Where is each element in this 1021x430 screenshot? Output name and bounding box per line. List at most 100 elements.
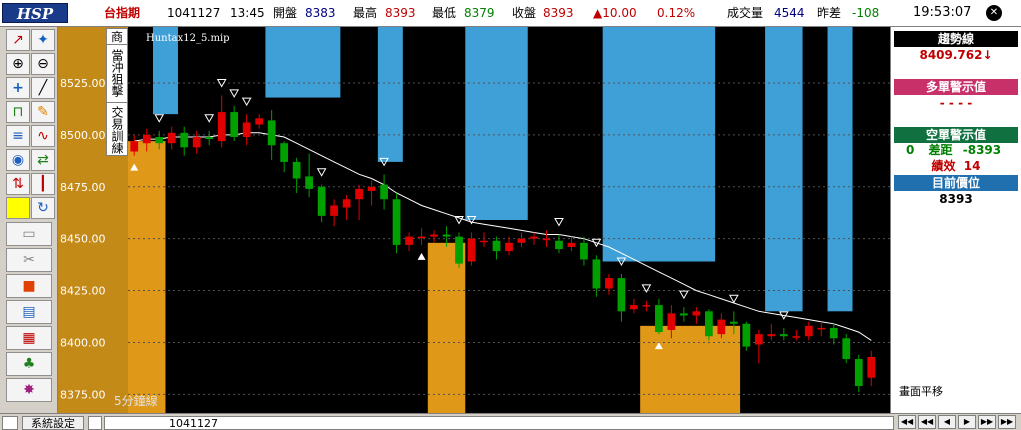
crosshair-icon[interactable]: + <box>6 77 30 99</box>
stop-square-icon[interactable]: ■ <box>6 274 52 298</box>
blue-zone <box>465 27 528 220</box>
first-page-icon[interactable]: ◀◀ <box>898 415 916 429</box>
trend-line-header: 趨勢線 <box>894 31 1018 47</box>
shake-hands-icon[interactable]: ♣ <box>6 352 52 376</box>
prev-page-icon[interactable]: ◀◀ <box>918 415 936 429</box>
candle-body <box>430 234 438 237</box>
close-button[interactable]: ✕ <box>986 5 1002 21</box>
symbol-name: 台指期 <box>104 6 141 20</box>
y-tick-label: 8400.00 <box>60 336 106 349</box>
candle-body <box>355 188 363 200</box>
candles-icon[interactable]: ┃ <box>31 173 55 195</box>
candle-body <box>592 259 601 289</box>
yellow-block-icon[interactable] <box>6 197 30 219</box>
close-value: 8393 <box>543 6 574 20</box>
candle-body <box>542 238 551 241</box>
status-box <box>88 416 102 430</box>
blue-zone <box>377 27 403 162</box>
low-label: 最低 <box>432 6 457 20</box>
candle-body <box>205 136 214 140</box>
orange-zone <box>128 141 166 413</box>
candle-body <box>642 305 651 307</box>
y-tick-label: 8450.00 <box>60 233 106 246</box>
window-icon[interactable]: ▤ <box>6 300 52 324</box>
tab-day-trade-sniper[interactable]: 當沖狙擊 <box>107 44 127 100</box>
short-diff-label: 差距 <box>928 143 953 157</box>
candle-body <box>130 141 139 152</box>
long-alert-value: - - - - <box>939 96 973 110</box>
orange-zone <box>640 325 741 413</box>
y-tick-label: 8525.00 <box>60 77 106 90</box>
candle-body <box>405 236 413 245</box>
performance-value: 14 <box>963 159 981 173</box>
trend-line-value: 8409.762↓ <box>919 48 993 62</box>
zoom-out-icon[interactable]: ⊖ <box>31 53 55 75</box>
grid-chart-icon[interactable]: ▦ <box>6 326 52 350</box>
candle-body <box>280 143 289 162</box>
high-value: 8393 <box>385 6 416 20</box>
candle-body <box>742 323 751 347</box>
candle-body <box>480 240 488 243</box>
candle-body <box>817 327 826 330</box>
zoom-in-icon[interactable]: ⊕ <box>6 53 30 75</box>
candle <box>704 309 713 341</box>
candle-body <box>367 186 376 191</box>
blue-zone <box>827 27 853 312</box>
candle-body <box>680 313 688 316</box>
diff-label: 昨差 <box>817 6 842 20</box>
price-chart[interactable]: 8525.00 8500.00 8475.00 8450.00 8425.00 8400.… <box>58 27 890 413</box>
candle-body <box>292 161 301 179</box>
magic-wand-icon[interactable]: ✦ <box>31 29 55 51</box>
refresh-icon[interactable]: ↻ <box>31 197 55 219</box>
edit-pencil-icon[interactable]: ✎ <box>31 101 55 123</box>
candlestick-chart[interactable]: 8525.00 8500.00 8475.00 8450.00 8425.00 8400.… <box>58 27 890 413</box>
candle-body <box>305 176 314 189</box>
system-settings-button[interactable]: 系統設定 <box>22 416 84 430</box>
blue-zone <box>765 27 803 312</box>
candle-body <box>242 122 251 137</box>
timeframe-label: 5分鐘線 <box>114 393 158 408</box>
prev-bar-icon[interactable]: ◀ <box>938 415 956 429</box>
close-label: 收盤 <box>512 6 537 20</box>
folder-icon[interactable]: ▭ <box>6 222 52 246</box>
open-value: 8383 <box>305 6 336 20</box>
fibonacci-icon[interactable]: ≡ <box>6 125 30 147</box>
swap-icon[interactable]: ⇄ <box>31 149 55 171</box>
candle-body <box>605 278 613 289</box>
trend-line-icon[interactable]: ↗ <box>6 29 30 51</box>
arrows-icon[interactable]: ⇅ <box>6 173 30 195</box>
next-page-icon[interactable]: ▶▶ <box>978 415 996 429</box>
y-tick-label: 8375.00 <box>60 388 106 401</box>
next-bar-icon[interactable]: ▶ <box>958 415 976 429</box>
quote-time: 13:45 <box>230 6 265 20</box>
volume-label: 成交量 <box>727 6 764 20</box>
last-page-icon[interactable]: ▶▶ <box>998 415 1016 429</box>
volume-value: 4544 <box>774 6 805 20</box>
pan-view-label[interactable]: 畫面平移 <box>899 383 943 399</box>
scissors-icon[interactable]: ✂ <box>6 248 52 272</box>
candle-body <box>180 132 189 148</box>
diagonal-line-icon[interactable]: ╱ <box>31 77 55 99</box>
candle-body <box>342 199 351 208</box>
candle-body <box>155 136 164 144</box>
candle-body <box>580 242 588 260</box>
splash-icon[interactable]: ✸ <box>6 378 52 402</box>
candle-body <box>330 205 338 216</box>
diff-value: -108 <box>852 6 880 20</box>
y-tick-label: 8475.00 <box>60 181 106 194</box>
candle-body <box>517 238 526 243</box>
signal-panel: 趨勢線 8409.762↓ 多單警示值 - - - - 空單警示值 0 差距 -… <box>890 27 1021 413</box>
tab-trading-training[interactable]: 交易訓練 <box>107 102 127 156</box>
wave-icon[interactable]: ∿ <box>31 125 55 147</box>
candle-body <box>167 132 176 144</box>
hsp-logo: HSP <box>2 3 68 23</box>
file-name-label: Huntax12_5.mip <box>146 33 230 44</box>
low-value: 8379 <box>464 6 495 20</box>
current-price-value: 8393 <box>939 192 973 206</box>
candle-body <box>779 334 788 337</box>
candle <box>842 334 851 364</box>
indicator-icon[interactable]: ◉ <box>6 149 30 171</box>
tab-shang[interactable]: 商 <box>107 30 127 44</box>
unlock-icon[interactable]: ⊓ <box>6 101 30 123</box>
change-value: ▲10.00 <box>593 6 637 20</box>
